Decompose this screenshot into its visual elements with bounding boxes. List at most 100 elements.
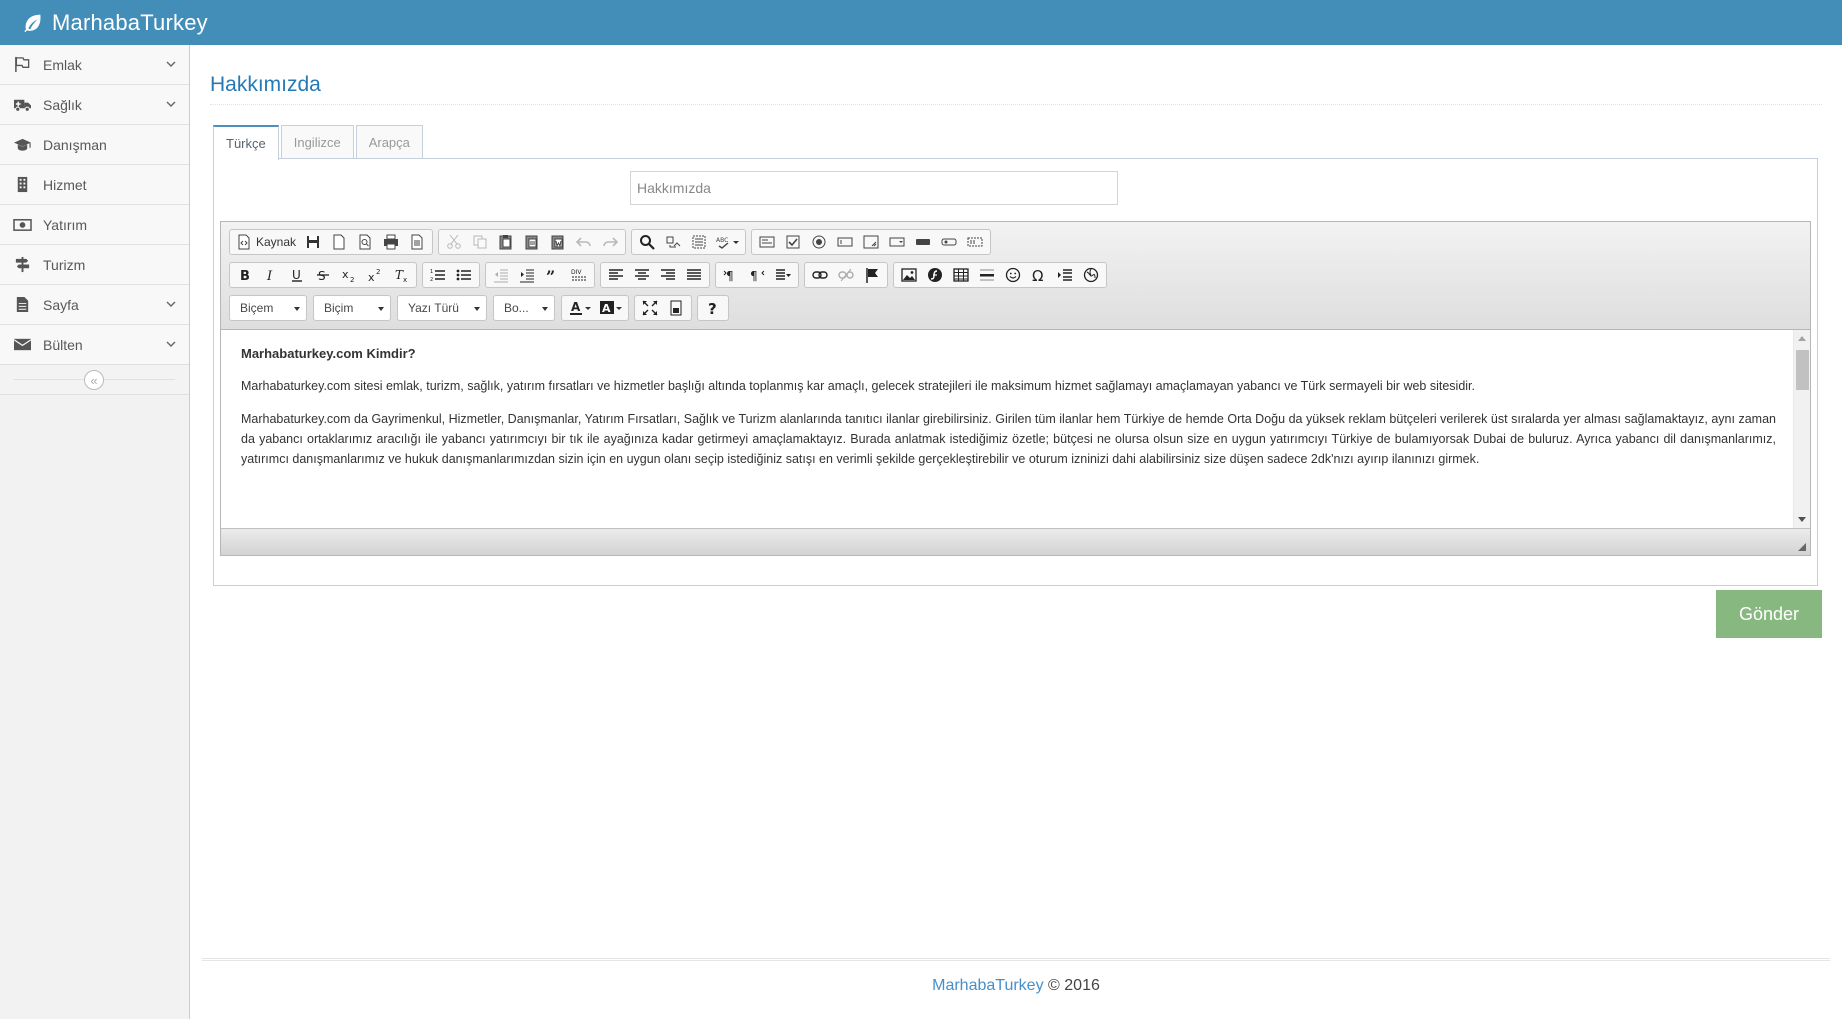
sidebar-item-turizm[interactable]: Turizm: [0, 245, 189, 285]
tab-arapca[interactable]: Arapça: [355, 125, 423, 159]
checkbox-icon: [786, 235, 800, 249]
paste-text-button[interactable]: [519, 231, 545, 253]
bulleted-list-icon: [456, 269, 471, 281]
flash-button[interactable]: [922, 264, 948, 286]
submit-button[interactable]: Gönder: [1716, 590, 1822, 638]
editor-scrollbar[interactable]: [1793, 330, 1810, 528]
smiley-button[interactable]: [1000, 264, 1026, 286]
print-button[interactable]: [378, 231, 404, 253]
scroll-down-arrow-icon[interactable]: [1798, 517, 1806, 522]
select-all-button[interactable]: [686, 231, 712, 253]
table-icon: [953, 268, 969, 282]
font-size-combo[interactable]: Bo...: [493, 295, 555, 321]
resize-grip-icon[interactable]: [1798, 543, 1806, 551]
scroll-thumb[interactable]: [1796, 350, 1809, 390]
table-button[interactable]: [948, 264, 974, 286]
sidebar-item-danisman[interactable]: Danışman: [0, 125, 189, 165]
align-right-button[interactable]: [655, 264, 681, 286]
show-blocks-button[interactable]: [663, 297, 689, 319]
paste-text-icon: [525, 235, 538, 250]
source-button[interactable]: Kaynak: [232, 231, 300, 253]
redo-button[interactable]: [597, 231, 623, 253]
find-button[interactable]: [634, 231, 660, 253]
unlink-button[interactable]: [833, 264, 859, 286]
paste-word-button[interactable]: [545, 231, 571, 253]
form-button-button[interactable]: [910, 231, 936, 253]
blockquote-button[interactable]: ”: [540, 264, 566, 286]
tab-turkce[interactable]: Türkçe: [213, 125, 279, 160]
justify-button[interactable]: [681, 264, 707, 286]
save-icon: [307, 236, 320, 248]
sidebar-item-yatirim[interactable]: Yatırım: [0, 205, 189, 245]
paste-button[interactable]: [493, 231, 519, 253]
brand-link[interactable]: MarhabaTurkey: [22, 10, 208, 36]
text-color-button[interactable]: A: [564, 297, 595, 319]
justify-icon: [687, 269, 701, 280]
sidebar-item-saglik[interactable]: Sağlık: [0, 85, 189, 125]
link-button[interactable]: [807, 264, 833, 286]
spellcheck-button[interactable]: ABC: [712, 231, 743, 253]
select-field-button[interactable]: [884, 231, 910, 253]
iframe-button[interactable]: [1078, 264, 1104, 286]
underline-button[interactable]: U: [284, 264, 310, 286]
replace-icon: [666, 236, 681, 248]
bold-button[interactable]: B: [232, 264, 258, 286]
background-color-button[interactable]: A: [595, 297, 626, 319]
outdent-button[interactable]: [488, 264, 514, 286]
rtl-button[interactable]: ¶: [744, 264, 770, 286]
checkbox-button[interactable]: [780, 231, 806, 253]
ltr-button[interactable]: ¶: [718, 264, 744, 286]
numbered-list-button[interactable]: 12: [425, 264, 451, 286]
anchor-button[interactable]: [859, 264, 885, 286]
numbered-list-icon: 12: [430, 269, 445, 283]
underline-icon: U: [292, 268, 302, 282]
superscript-button[interactable]: x2: [362, 264, 388, 286]
hidden-field-button[interactable]: [962, 231, 988, 253]
textarea-button[interactable]: [858, 231, 884, 253]
undo-button[interactable]: [571, 231, 597, 253]
language-button[interactable]: [770, 264, 796, 286]
image-button-button[interactable]: [936, 231, 962, 253]
title-input[interactable]: [630, 171, 1118, 205]
remove-format-button[interactable]: Tx: [388, 264, 414, 286]
print-icon: [384, 234, 399, 250]
svg-text:DIV: DIV: [571, 269, 582, 276]
copy-button[interactable]: [467, 231, 493, 253]
align-center-button[interactable]: [629, 264, 655, 286]
templates-button[interactable]: [404, 231, 430, 253]
indent-button[interactable]: [514, 264, 540, 286]
format-combo[interactable]: Biçim: [313, 295, 391, 321]
sidebar-item-hizmet[interactable]: Hizmet: [0, 165, 189, 205]
image-button[interactable]: [896, 264, 922, 286]
form-button[interactable]: [754, 231, 780, 253]
svg-text:x: x: [368, 271, 375, 283]
page-break-button[interactable]: [1052, 264, 1078, 286]
sidebar-item-sayfa[interactable]: Sayfa: [0, 285, 189, 325]
special-char-button[interactable]: Ω: [1026, 264, 1052, 286]
maximize-button[interactable]: [637, 297, 663, 319]
sidebar-item-emlak[interactable]: Emlak: [0, 45, 189, 85]
align-left-button[interactable]: [603, 264, 629, 286]
tab-ingilizce[interactable]: Ingilizce: [280, 125, 354, 159]
about-button[interactable]: ?: [700, 297, 726, 319]
cut-button[interactable]: [441, 231, 467, 253]
div-container-button[interactable]: DIV: [566, 264, 592, 286]
horizontal-rule-button[interactable]: [974, 264, 1000, 286]
strike-button[interactable]: S: [310, 264, 336, 286]
styles-combo[interactable]: Biçem: [229, 295, 307, 321]
font-combo[interactable]: Yazı Türü: [397, 295, 487, 321]
subscript-button[interactable]: x2: [336, 264, 362, 286]
save-button[interactable]: [300, 231, 326, 253]
radio-button[interactable]: [806, 231, 832, 253]
sidebar-collapse-button[interactable]: «: [84, 370, 104, 390]
editor-content-area[interactable]: Marhabaturkey.com Kimdir? Marhabaturkey.…: [221, 330, 1810, 528]
tab-content: Başlık Kaynak: [213, 158, 1818, 586]
new-page-button[interactable]: [326, 231, 352, 253]
preview-button[interactable]: [352, 231, 378, 253]
bulleted-list-button[interactable]: [451, 264, 477, 286]
replace-button[interactable]: [660, 231, 686, 253]
textfield-button[interactable]: [832, 231, 858, 253]
sidebar-item-bulten[interactable]: Bülten: [0, 325, 189, 365]
italic-button[interactable]: I: [258, 264, 284, 286]
scroll-up-arrow-icon[interactable]: [1798, 336, 1806, 341]
